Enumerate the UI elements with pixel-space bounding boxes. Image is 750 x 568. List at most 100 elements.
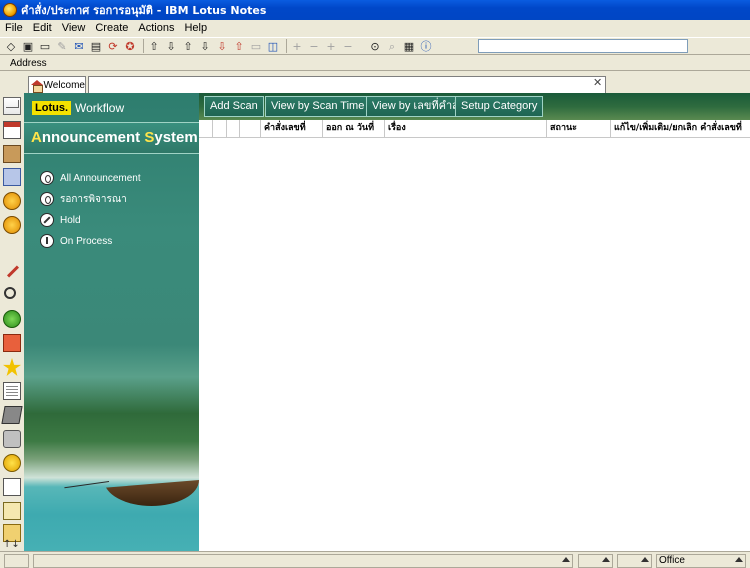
menu-actions[interactable]: Actions bbox=[133, 22, 179, 34]
toolbar-field[interactable] bbox=[478, 39, 688, 53]
col-amend-order[interactable]: แก้ไข/เพิ่มเติม/ยกเลิก คำสั่งเลขที่ bbox=[611, 120, 750, 138]
print-icon[interactable]: ▤ bbox=[89, 39, 103, 53]
search-icon[interactable] bbox=[4, 287, 16, 299]
view-by-scan-time-button[interactable]: View by Scan Time bbox=[265, 96, 371, 117]
menu-help[interactable]: Help bbox=[179, 22, 212, 34]
info-icon[interactable]: ⓘ bbox=[419, 39, 433, 53]
location-up-arrow-icon bbox=[735, 557, 743, 562]
stop-icon[interactable]: ✪ bbox=[123, 39, 137, 53]
find-icon[interactable]: ⊙ bbox=[368, 39, 382, 53]
col-status[interactable]: สถานะ bbox=[547, 120, 611, 138]
status-bar: Office bbox=[0, 551, 750, 568]
hold-icon bbox=[40, 213, 54, 227]
replication-status[interactable] bbox=[578, 554, 613, 568]
tab-welcome-label: Welcome bbox=[43, 79, 86, 91]
toggle-icon[interactable]: ▭ bbox=[249, 39, 263, 53]
nav-hold[interactable]: Hold bbox=[40, 212, 141, 228]
help-icon[interactable] bbox=[3, 502, 21, 520]
down-unread-icon[interactable]: ⇩ bbox=[198, 39, 212, 53]
title-system: ystem bbox=[154, 129, 198, 146]
boat-rope bbox=[64, 481, 110, 489]
col-blank-4[interactable] bbox=[240, 120, 261, 138]
title-announcement: nnouncement bbox=[41, 129, 145, 146]
tools-icon[interactable] bbox=[3, 430, 21, 448]
nav-label: รอการพิจารณา bbox=[60, 193, 127, 205]
calendar-icon[interactable] bbox=[3, 121, 21, 139]
todo-icon[interactable] bbox=[3, 168, 21, 186]
lotus-logo: Lotus. bbox=[32, 101, 71, 115]
access-status[interactable] bbox=[617, 554, 652, 568]
setup-category-button[interactable]: Setup Category bbox=[455, 96, 544, 117]
col-blank-3[interactable] bbox=[227, 120, 240, 138]
replicate-icon[interactable]: ⟳ bbox=[106, 39, 120, 53]
lotus-notes-icon[interactable] bbox=[3, 3, 17, 17]
nav-pending-review[interactable]: รอการพิจารณา bbox=[40, 191, 141, 207]
nav-label: On Process bbox=[60, 235, 113, 247]
brand: Lotus. Workflow bbox=[32, 101, 124, 115]
col-blank-1[interactable] bbox=[199, 120, 213, 138]
address-bar: Address bbox=[0, 56, 750, 71]
window-title: คำสั่ง/ประกาศ รอการอนุมัติ - IBM Lotus N… bbox=[21, 4, 267, 17]
book-icon[interactable] bbox=[1, 406, 23, 424]
title-initial-s: S bbox=[144, 129, 155, 146]
address-input[interactable] bbox=[49, 56, 750, 70]
minus-all-icon[interactable]: − bbox=[341, 39, 355, 53]
toolbar: ◇ ▣ ▭ ✎ ✉ ▤ ⟳ ✪ ⇧ ⇩ ⇧ ⇩ ⇩ ⇧ ▭ ◫ + − + − … bbox=[0, 37, 750, 55]
home-icon[interactable]: ◇ bbox=[4, 39, 18, 53]
status-indicator[interactable] bbox=[4, 554, 29, 568]
down-icon[interactable]: ⇩ bbox=[164, 39, 178, 53]
menu-file[interactable]: File bbox=[0, 22, 28, 34]
col-order-number[interactable]: คำสั่งเลขที่ bbox=[261, 120, 323, 138]
info-icon[interactable] bbox=[3, 454, 21, 472]
add-scan-button[interactable]: Add Scan bbox=[204, 96, 264, 117]
access-up-arrow-icon bbox=[641, 557, 649, 562]
plus-icon[interactable]: + bbox=[324, 39, 338, 53]
list-icon[interactable] bbox=[3, 382, 21, 400]
status-up-arrow-icon bbox=[562, 557, 570, 562]
menu-view[interactable]: View bbox=[57, 22, 91, 34]
mail-icon[interactable] bbox=[3, 97, 21, 115]
tab-current[interactable] bbox=[88, 76, 606, 93]
search-icon[interactable]: ⌕ bbox=[385, 39, 399, 53]
col-subject[interactable]: เรื่อง bbox=[385, 120, 547, 138]
nav-label: All Announcement bbox=[60, 172, 141, 184]
properties-icon[interactable]: ▦ bbox=[402, 39, 416, 53]
column-header: คำสั่งเลขที่ ออก ณ วันที่ เรื่อง สถานะ แ… bbox=[199, 120, 750, 138]
nav-all-announcement[interactable]: All Announcement bbox=[40, 170, 141, 186]
system-title: Announcement System bbox=[24, 122, 199, 154]
tab-welcome[interactable]: Welcome bbox=[28, 76, 86, 93]
boat-illustration bbox=[104, 480, 199, 506]
nav-on-process[interactable]: On Process bbox=[40, 233, 141, 249]
blank-page-icon[interactable] bbox=[3, 478, 21, 496]
collapse-icon[interactable]: + bbox=[290, 39, 304, 53]
all-announcement-icon bbox=[40, 171, 54, 185]
col-issue-date[interactable]: ออก ณ วันที่ bbox=[323, 120, 385, 138]
contacts-icon[interactable] bbox=[3, 145, 21, 163]
action-bar: Add Scan View by Scan Time View by เลขที… bbox=[199, 93, 750, 120]
status-message[interactable] bbox=[33, 554, 573, 568]
address-label: Address bbox=[10, 57, 47, 69]
open-folder-icon[interactable]: ▭ bbox=[38, 39, 52, 53]
menu-edit[interactable]: Edit bbox=[28, 22, 57, 34]
close-tab-icon[interactable]: ✕ bbox=[593, 77, 603, 88]
replication-icon[interactable] bbox=[3, 310, 21, 328]
up-icon[interactable]: ⇧ bbox=[147, 39, 161, 53]
edit-icon[interactable]: ✎ bbox=[55, 39, 69, 53]
save-icon[interactable]: ▣ bbox=[21, 39, 35, 53]
up-unread-icon[interactable]: ⇧ bbox=[181, 39, 195, 53]
pen-icon[interactable] bbox=[3, 262, 21, 280]
favorites-icon[interactable] bbox=[3, 216, 21, 234]
title-initial-a: A bbox=[31, 129, 42, 146]
location-selector[interactable]: Office bbox=[656, 554, 746, 568]
forward-icon[interactable]: ✉ bbox=[72, 39, 86, 53]
mark-read-icon[interactable]: ⇩ bbox=[215, 39, 229, 53]
minus-icon[interactable]: − bbox=[307, 39, 321, 53]
col-blank-2[interactable] bbox=[213, 120, 227, 138]
star-icon[interactable] bbox=[3, 358, 21, 376]
menu-create[interactable]: Create bbox=[90, 22, 133, 34]
expand-icon[interactable]: ◫ bbox=[266, 39, 280, 53]
gift-icon[interactable] bbox=[3, 334, 21, 352]
refresh-icon[interactable]: ⇧ bbox=[232, 39, 246, 53]
replication-up-arrow-icon bbox=[602, 557, 610, 562]
replicator-icon[interactable] bbox=[3, 192, 21, 210]
